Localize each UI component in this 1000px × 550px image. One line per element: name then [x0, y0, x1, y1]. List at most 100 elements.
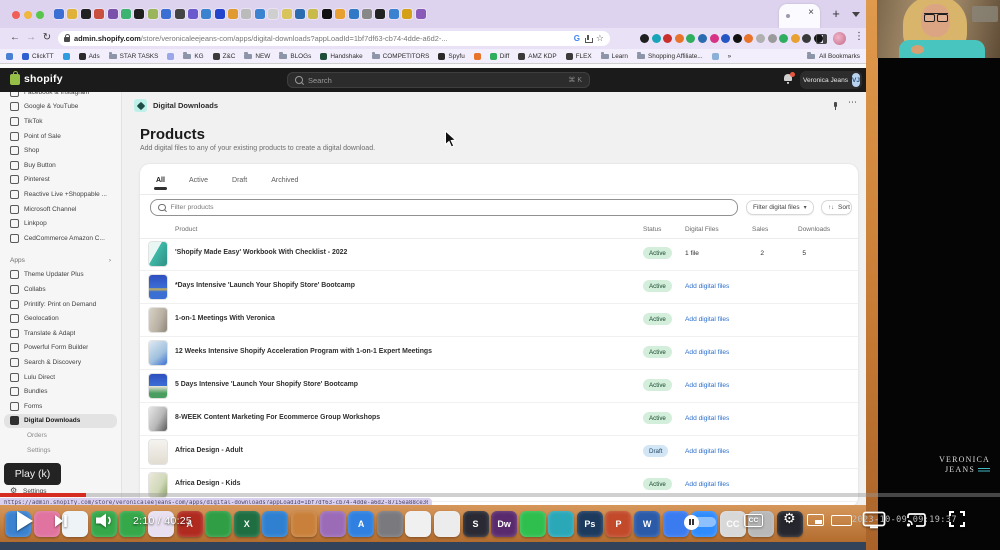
tab-favicon[interactable]	[416, 9, 426, 19]
sidebar-item-microsoft-channel[interactable]: Microsoft Channel	[0, 202, 121, 217]
sort-button[interactable]: ↑↓ Sort	[821, 200, 852, 215]
add-digital-files-link[interactable]: Add digital files	[685, 382, 729, 389]
sidebar-item-digital-downloads[interactable]: Digital Downloads	[4, 414, 117, 429]
sidebar-item-theme-updater-plus[interactable]: Theme Updater Plus	[0, 268, 121, 283]
whatsapp-icon[interactable]	[520, 511, 546, 537]
tab-favicon[interactable]	[148, 9, 158, 19]
address-bar[interactable]: admin.shopify.com/store/veronicaleejeans…	[58, 31, 610, 46]
extension-icon[interactable]	[663, 34, 672, 43]
tab-favicon[interactable]	[335, 9, 345, 19]
lock-icon[interactable]	[64, 37, 70, 42]
tab-favicon[interactable]	[81, 9, 91, 19]
extension-icon[interactable]	[756, 34, 765, 43]
tab-favicon[interactable]	[255, 9, 265, 19]
extension-icon[interactable]	[721, 34, 730, 43]
sidebar-item-settings[interactable]: Settings	[0, 443, 121, 458]
tab-favicon[interactable]	[108, 9, 118, 19]
all-bookmarks[interactable]: All Bookmarks	[801, 49, 860, 63]
bookmark-star-tasks[interactable]: STAR TASKS	[109, 53, 159, 60]
play-on-tv-button[interactable]	[862, 511, 886, 529]
table-row[interactable]: Africa Design - Adult Draft Add digital …	[140, 436, 858, 469]
window-minimize-button[interactable]	[24, 11, 32, 19]
tab-favicon[interactable]	[402, 9, 412, 19]
filter-products-input[interactable]: Filter products	[150, 199, 738, 216]
filter-digital-files-dropdown[interactable]: Filter digital files ▾	[746, 200, 814, 215]
bookmark-[interactable]: »	[728, 53, 732, 60]
petal-icon[interactable]	[320, 511, 346, 537]
add-digital-files-link[interactable]: Add digital files	[685, 349, 729, 356]
autoplay-toggle[interactable]	[686, 517, 716, 527]
new-tab-button[interactable]: +	[827, 5, 845, 23]
tab-favicon[interactable]	[215, 9, 225, 19]
sidebar-section-apps[interactable]: Apps ›	[10, 253, 111, 267]
bookmark-handshake[interactable]: Handshake	[320, 53, 362, 60]
table-row[interactable]: 5 Days Intensive 'Launch Your Shopify St…	[140, 370, 858, 403]
notifications-bell-icon[interactable]	[783, 74, 793, 84]
table-row[interactable]: *Days Intensive 'Launch Your Shopify Sto…	[140, 271, 858, 304]
bookmark-competitors[interactable]: COMPETITORS	[372, 53, 430, 60]
subtitles-button[interactable]: CC	[744, 514, 763, 527]
bookmark-icon[interactable]	[6, 53, 13, 60]
bookmark-spyfu[interactable]: Spyfu	[438, 53, 464, 60]
tab-favicon[interactable]	[362, 9, 372, 19]
play-button[interactable]	[14, 509, 36, 533]
profile-avatar[interactable]	[833, 32, 846, 45]
window-zoom-button[interactable]	[36, 11, 44, 19]
sidebar-item-shop[interactable]: Shop	[0, 143, 121, 158]
tab-favicon[interactable]	[241, 9, 251, 19]
tab-archived[interactable]: Archived	[269, 173, 300, 188]
tab-favicon[interactable]	[295, 9, 305, 19]
bookmark-icon[interactable]	[63, 53, 70, 60]
extension-icon[interactable]	[652, 34, 661, 43]
bookmark-ads[interactable]: Ads	[79, 53, 100, 60]
canva-icon[interactable]	[548, 511, 574, 537]
more-actions-icon[interactable]: ⋯	[848, 97, 858, 108]
tab-favicon[interactable]	[67, 9, 77, 19]
add-digital-files-link[interactable]: Add digital files	[685, 316, 729, 323]
bookmark-z-c[interactable]: Z&C	[213, 53, 236, 60]
tab-favicon[interactable]	[121, 9, 131, 19]
google-lens-icon[interactable]: G	[574, 34, 580, 43]
excel-icon[interactable]: X	[234, 511, 260, 537]
pencil-icon[interactable]	[291, 511, 317, 537]
sidebar-item-linkpop[interactable]: Linkpop	[0, 216, 121, 231]
shopify-logo[interactable]: shopify	[10, 73, 63, 85]
miniplayer-button[interactable]	[807, 514, 824, 526]
extension-icon[interactable]	[640, 34, 649, 43]
table-row[interactable]: 1-on-1 Meetings With Veronica Active Add…	[140, 304, 858, 337]
bookmark-icon[interactable]	[474, 53, 481, 60]
bookmark-flex[interactable]: FLEX	[566, 53, 592, 60]
tab-all[interactable]: All	[154, 173, 167, 188]
tab-favicon[interactable]	[134, 9, 144, 19]
slack-icon[interactable]	[434, 511, 460, 537]
user-menu[interactable]: Veronica Jeans VJ	[800, 71, 862, 89]
tab-favicon[interactable]	[322, 9, 332, 19]
tab-favicon[interactable]	[161, 9, 171, 19]
bookmark-clicktt[interactable]: ClickTT	[22, 53, 54, 60]
tab-favicon[interactable]	[389, 9, 399, 19]
table-row[interactable]: 'Shopify Made Easy' Workbook With Checkl…	[140, 238, 858, 271]
bookmark-diff[interactable]: Diff	[490, 53, 509, 60]
volume-button[interactable]	[95, 513, 115, 528]
bookmark-learn[interactable]: Learn	[601, 53, 628, 60]
window-close-button[interactable]	[12, 11, 20, 19]
sidebar-item-lulu-direct[interactable]: Lulu Direct	[0, 370, 121, 385]
tab-favicon[interactable]	[349, 9, 359, 19]
reload-button[interactable]: ↻	[40, 30, 54, 46]
tab-favicon[interactable]	[201, 9, 211, 19]
sidebar-item-facebook-instagram[interactable]: Facebook & Instagram	[0, 92, 121, 100]
tab-favicon[interactable]	[282, 9, 292, 19]
extension-icon[interactable]	[675, 34, 684, 43]
sidebar-item-forms[interactable]: Forms	[0, 399, 121, 414]
browser-menu-icon[interactable]: ⋮	[854, 31, 864, 42]
theater-mode-button[interactable]	[831, 515, 852, 526]
add-digital-files-link[interactable]: Add digital files	[685, 481, 729, 488]
settings-button[interactable]: ⚙	[783, 510, 796, 527]
sidebar-item-bundles[interactable]: Bundles	[0, 384, 121, 399]
next-button[interactable]	[54, 514, 68, 528]
downloads-icon[interactable]: ↓	[800, 33, 810, 43]
sidebar-item-buy-button[interactable]: Buy Button	[0, 158, 121, 173]
sidebar-item-point-of-sale[interactable]: Point of Sale	[0, 129, 121, 144]
keynote-icon[interactable]	[262, 511, 288, 537]
tab-search-chevron-icon[interactable]	[852, 12, 860, 17]
